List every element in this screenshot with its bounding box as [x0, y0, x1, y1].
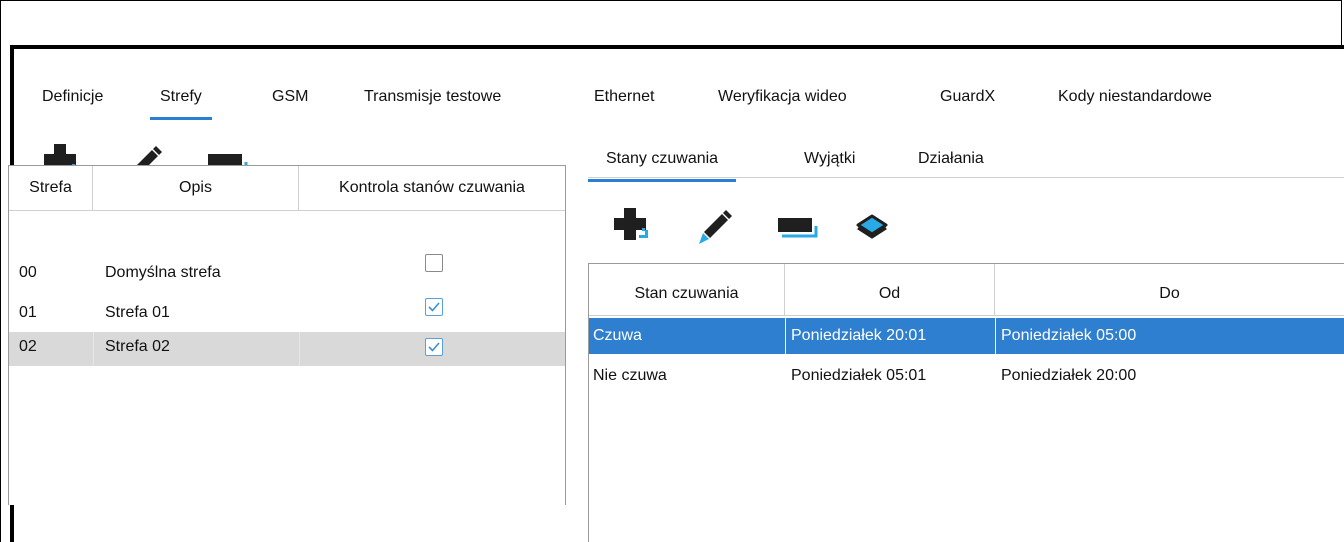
- delete-state-button[interactable]: [776, 206, 818, 246]
- column-separator: [93, 332, 94, 366]
- state-to: Poniedziałek 20:00: [1001, 367, 1137, 384]
- column-header-opis[interactable]: Opis: [93, 166, 299, 210]
- edit-icon: [699, 210, 732, 244]
- column-separator: [995, 318, 996, 354]
- tab-weryfikacja-wideo[interactable]: Weryfikacja wideo: [718, 80, 847, 120]
- tab-guardx[interactable]: GuardX: [940, 80, 995, 120]
- tab-kody-niestandardowe[interactable]: Kody niestandardowe: [1058, 80, 1212, 120]
- arming-control-checkbox[interactable]: [425, 254, 443, 272]
- tab-stany-czuwania[interactable]: Stany czuwania: [587, 142, 737, 182]
- zone-description: Strefa 02: [105, 338, 170, 355]
- tab-strefy[interactable]: Strefy: [150, 80, 212, 120]
- zone-description: Strefa 01: [105, 304, 170, 321]
- table-row[interactable]: Nie czuwa Poniedziałek 05:01 Poniedziałe…: [589, 358, 1344, 394]
- column-header-od[interactable]: Od: [785, 264, 995, 316]
- state-from: Poniedziałek 20:01: [791, 327, 927, 344]
- tab-wyjatki[interactable]: Wyjątki: [804, 142, 855, 182]
- zone-number: 00: [19, 264, 37, 281]
- zone-number: 01: [19, 304, 37, 321]
- column-separator: [785, 318, 786, 354]
- arming-states-table: Stan czuwania Od Do Czuwa Poniedziałek 2…: [588, 263, 1344, 542]
- tab-dzialania[interactable]: Działania: [918, 142, 984, 182]
- column-header-stan-czuwania[interactable]: Stan czuwania: [589, 264, 785, 316]
- table-row[interactable]: 02 Strefa 02: [9, 332, 565, 366]
- checkmark-icon: [428, 342, 440, 352]
- add-state-button[interactable]: [612, 206, 652, 246]
- add-icon: [614, 208, 648, 240]
- column-separator: [299, 332, 300, 366]
- arming-control-checkbox[interactable]: [425, 338, 443, 356]
- edit-state-button[interactable]: [694, 206, 734, 246]
- tab-ethernet[interactable]: Ethernet: [594, 80, 654, 120]
- table-row[interactable]: 00 Domyślna strefa: [9, 254, 565, 292]
- zone-description: Domyślna strefa: [105, 264, 221, 281]
- zone-number: 02: [19, 338, 37, 355]
- delete-icon: [778, 218, 818, 238]
- table-row[interactable]: 01 Strefa 01: [9, 298, 565, 332]
- column-header-do[interactable]: Do: [995, 264, 1344, 316]
- zones-table: Strefa Opis Kontrola stanów czuwania 00 …: [8, 165, 566, 505]
- tab-gsm[interactable]: GSM: [272, 80, 308, 120]
- state-to: Poniedziałek 05:00: [1001, 327, 1137, 344]
- layers-icon: [856, 214, 888, 239]
- arming-states-toolbar: [612, 206, 912, 250]
- checkmark-icon: [428, 302, 440, 312]
- table-row[interactable]: Czuwa Poniedziałek 20:01 Poniedziałek 05…: [589, 318, 1344, 354]
- arming-control-checkbox[interactable]: [425, 298, 443, 316]
- state-name: Nie czuwa: [593, 367, 667, 384]
- tab-definicje[interactable]: Definicje: [42, 80, 103, 120]
- column-header-kontrola[interactable]: Kontrola stanów czuwania: [299, 166, 565, 210]
- state-from: Poniedziałek 05:01: [791, 367, 927, 384]
- state-name: Czuwa: [593, 327, 642, 344]
- copy-state-button[interactable]: [852, 206, 892, 246]
- zones-table-header: Strefa Opis Kontrola stanów czuwania: [9, 166, 565, 211]
- tab-transmisje-testowe[interactable]: Transmisje testowe: [364, 80, 501, 120]
- sub-tab-divider: [588, 177, 1344, 178]
- column-header-strefa[interactable]: Strefa: [9, 166, 93, 210]
